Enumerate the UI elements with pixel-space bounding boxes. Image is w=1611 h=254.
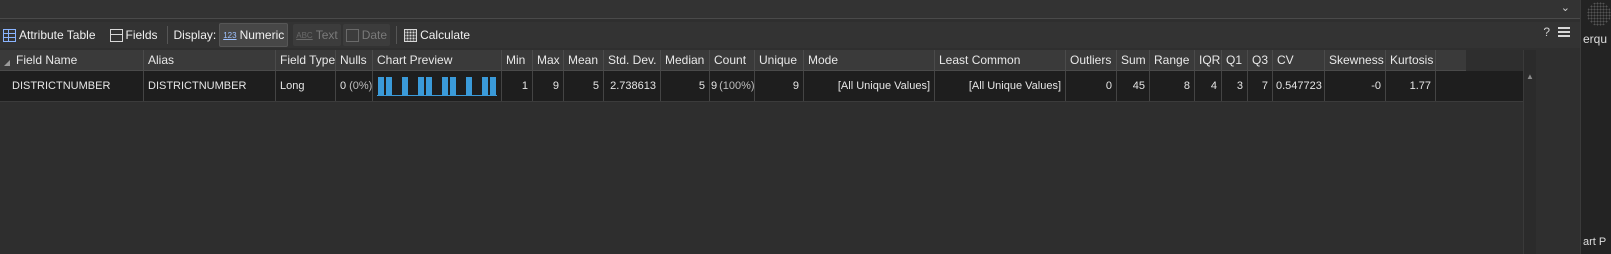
date-label: Date	[361, 28, 388, 42]
toolbar-divider	[396, 26, 398, 44]
col-header-chart-preview[interactable]: Chart Preview	[373, 50, 502, 70]
adjacent-panel: erqu art P	[1580, 0, 1611, 254]
col-header-iqr[interactable]: IQR	[1195, 50, 1222, 70]
nulls-count: 0	[340, 80, 347, 92]
fields-label: Fields	[125, 28, 158, 42]
calendar-icon	[345, 28, 359, 42]
histogram-bar	[450, 77, 456, 96]
text-display-button[interactable]: ABC Text	[293, 24, 341, 46]
col-header-least-common[interactable]: Least Common	[935, 50, 1066, 70]
calculator-icon	[404, 28, 418, 42]
cell-alias[interactable]: DISTRICTNUMBER	[144, 71, 276, 101]
menu-icon[interactable]	[1558, 26, 1570, 38]
col-header-field-name[interactable]: Field Name	[0, 50, 144, 70]
cell-sum[interactable]: 45	[1117, 71, 1150, 101]
cell-median[interactable]: 5	[661, 71, 710, 101]
histogram-bar	[490, 77, 496, 96]
numeric-label: Numeric	[239, 28, 285, 42]
col-header-skewness[interactable]: Skewness	[1325, 50, 1386, 70]
cell-max[interactable]: 9	[533, 71, 564, 101]
col-header-q3[interactable]: Q3	[1248, 50, 1273, 70]
col-header-mode[interactable]: Mode	[804, 50, 935, 70]
histogram-bar	[418, 77, 424, 96]
cell-outliers[interactable]: 0	[1066, 71, 1117, 101]
date-display-button[interactable]: Date	[342, 24, 391, 46]
col-header-kurtosis[interactable]: Kurtosis	[1386, 50, 1436, 70]
map-thumbnail	[1587, 2, 1611, 26]
attribute-table-button[interactable]: Attribute Table	[0, 24, 99, 46]
histogram-bar	[466, 77, 472, 96]
table-header-row: Field Name Alias Field Type Nulls Chart …	[0, 50, 1466, 71]
count-percent: (100%)	[719, 80, 755, 92]
scroll-up-icon[interactable]: ▲	[1526, 72, 1534, 81]
fields-button[interactable]: Fields	[107, 24, 161, 46]
table-row[interactable]: DISTRICTNUMBER DISTRICTNUMBER Long 0 (0%…	[0, 71, 1523, 102]
help-icon[interactable]: ?	[1543, 25, 1550, 39]
cell-nulls[interactable]: 0 (0%)	[336, 71, 373, 101]
col-header-sum[interactable]: Sum	[1117, 50, 1150, 70]
cell-skewness[interactable]: -0	[1325, 71, 1386, 101]
cell-unique[interactable]: 9	[755, 71, 804, 101]
cell-count[interactable]: 9 (100%)	[710, 71, 755, 101]
fields-view-toolbar: Attribute Table Fields Display: 123 Nume…	[0, 22, 1580, 48]
calculate-label: Calculate	[420, 28, 471, 42]
cell-q3[interactable]: 7	[1248, 71, 1273, 101]
display-label: Display:	[173, 28, 217, 42]
histogram-bar	[426, 77, 432, 96]
cell-iqr[interactable]: 4	[1195, 71, 1222, 101]
cell-kurtosis[interactable]: 1.77	[1386, 71, 1436, 101]
col-header-cv[interactable]: CV	[1273, 50, 1325, 70]
field-statistics-table: Field Name Alias Field Type Nulls Chart …	[0, 50, 1523, 254]
fields-icon	[109, 28, 123, 42]
numeric-display-button[interactable]: 123 Numeric	[219, 23, 289, 47]
cell-chart-preview[interactable]	[373, 71, 502, 101]
cell-mode[interactable]: [All Unique Values]	[804, 71, 935, 101]
col-header-count[interactable]: Count	[710, 50, 755, 70]
cell-mean[interactable]: 5	[564, 71, 604, 101]
cell-least-common[interactable]: [All Unique Values]	[935, 71, 1066, 101]
cell-min[interactable]: 1	[502, 71, 533, 101]
text-icon: ABC	[296, 30, 313, 40]
chevron-down-icon[interactable]: ⌄	[1561, 1, 1570, 14]
cell-range[interactable]: 8	[1150, 71, 1195, 101]
col-header-nulls[interactable]: Nulls	[336, 50, 373, 70]
cell-field-name[interactable]: DISTRICTNUMBER	[0, 71, 144, 101]
numeric-icon: 123	[223, 30, 237, 40]
table-icon	[3, 28, 16, 42]
nulls-percent: (0%)	[349, 80, 373, 92]
col-header-field-type[interactable]: Field Type	[276, 50, 336, 70]
cell-field-type[interactable]: Long	[276, 71, 336, 101]
histogram-bar	[402, 77, 408, 96]
col-header-max[interactable]: Max	[533, 50, 564, 70]
cell-cv[interactable]: 0.547723	[1273, 71, 1325, 101]
adjacent-panel-text: erqu	[1583, 32, 1608, 46]
col-header-range[interactable]: Range	[1150, 50, 1195, 70]
histogram-bar	[386, 77, 392, 96]
col-header-q1[interactable]: Q1	[1222, 50, 1248, 70]
cell-std-dev[interactable]: 2.738613	[604, 71, 661, 101]
col-header-unique[interactable]: Unique	[755, 50, 804, 70]
histogram-bar	[378, 77, 384, 96]
chart-preview-histogram	[377, 77, 497, 96]
col-header-std-dev[interactable]: Std. Dev.	[604, 50, 661, 70]
histogram-bar	[482, 77, 488, 96]
histogram-bar	[442, 77, 448, 96]
col-header-mean[interactable]: Mean	[564, 50, 604, 70]
attribute-table-label: Attribute Table	[19, 28, 96, 42]
text-label: Text	[315, 28, 338, 42]
adjacent-panel-text-bottom: art P	[1583, 236, 1607, 248]
col-header-outliers[interactable]: Outliers	[1066, 50, 1117, 70]
col-header-median[interactable]: Median	[661, 50, 710, 70]
vertical-scrollbar[interactable]: ▲	[1523, 50, 1536, 254]
cell-q1[interactable]: 3	[1222, 71, 1248, 101]
col-header-min[interactable]: Min	[502, 50, 533, 70]
calculate-button[interactable]: Calculate	[401, 24, 473, 46]
count-value: 9	[711, 80, 718, 92]
col-header-alias[interactable]: Alias	[144, 50, 276, 70]
toolbar-divider	[166, 26, 168, 44]
pane-title-bar: ⌄	[0, 0, 1580, 19]
